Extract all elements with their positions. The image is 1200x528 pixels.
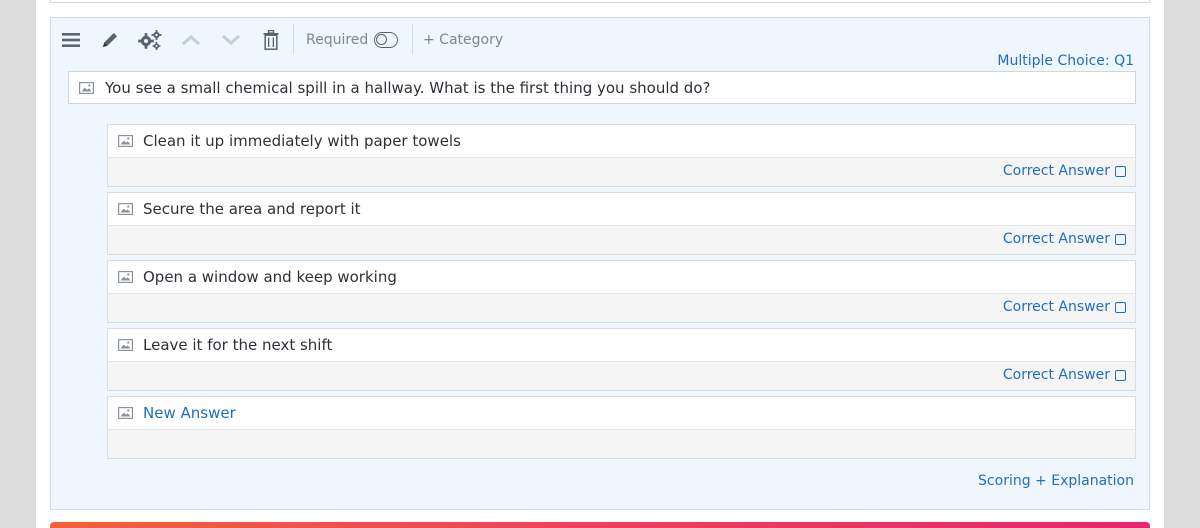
answer-text-field[interactable]: Clean it up immediately with paper towel… bbox=[108, 125, 1135, 158]
chevron-up-icon[interactable] bbox=[179, 28, 203, 52]
previous-question-card bbox=[50, 0, 1150, 3]
correct-answer-checkbox[interactable]: Correct Answer bbox=[1003, 229, 1126, 249]
correct-answer-checkbox[interactable]: Correct Answer bbox=[1003, 365, 1126, 385]
image-icon[interactable] bbox=[118, 203, 133, 215]
question-text-field[interactable]: You see a small chemical spill in a hall… bbox=[68, 71, 1136, 104]
answer-text-field[interactable]: Open a window and keep working bbox=[108, 261, 1135, 294]
required-toggle[interactable] bbox=[374, 32, 398, 48]
answer-text: Leave it for the next shift bbox=[143, 336, 333, 354]
gears-icon[interactable] bbox=[138, 28, 162, 52]
image-icon[interactable] bbox=[118, 407, 133, 419]
answer-text-field[interactable]: Leave it for the next shift bbox=[108, 329, 1135, 362]
chevron-down-icon[interactable] bbox=[219, 28, 243, 52]
correct-answer-checkbox[interactable]: Correct Answer bbox=[1003, 161, 1126, 181]
next-card-gradient-bar bbox=[50, 522, 1150, 528]
new-answer-option: New Answer bbox=[107, 396, 1136, 459]
question-type-label: Multiple Choice: Q1 bbox=[997, 53, 1134, 69]
correct-answer-label: Correct Answer bbox=[1002, 299, 1110, 315]
answer-option: Clean it up immediately with paper towel… bbox=[107, 124, 1136, 187]
question-toolbar: Required + Category bbox=[51, 18, 1149, 62]
toggle-knob bbox=[376, 34, 387, 45]
image-icon[interactable] bbox=[118, 339, 133, 351]
checkbox-icon[interactable] bbox=[1115, 301, 1126, 313]
pencil-icon[interactable] bbox=[98, 28, 122, 52]
answer-text: Clean it up immediately with paper towel… bbox=[143, 132, 461, 150]
answer-option: Leave it for the next shift Correct Answ… bbox=[107, 328, 1136, 391]
checkbox-icon[interactable] bbox=[1115, 165, 1126, 177]
correct-answer-label: Correct Answer bbox=[1002, 367, 1110, 383]
new-answer-placeholder[interactable]: New Answer bbox=[143, 403, 236, 423]
toolbar-divider bbox=[293, 24, 294, 54]
image-icon[interactable] bbox=[79, 82, 94, 94]
checkbox-icon[interactable] bbox=[1115, 369, 1126, 381]
correct-answer-label: Correct Answer bbox=[1002, 163, 1110, 179]
image-icon[interactable] bbox=[118, 271, 133, 283]
required-label: Required bbox=[306, 32, 369, 48]
correct-answer-label: Correct Answer bbox=[1002, 231, 1110, 247]
answer-option: Open a window and keep working Correct A… bbox=[107, 260, 1136, 323]
question-text: You see a small chemical spill in a hall… bbox=[105, 79, 711, 97]
correct-answer-checkbox[interactable]: Correct Answer bbox=[1003, 297, 1126, 317]
answer-text: Secure the area and report it bbox=[143, 200, 361, 218]
answer-option: Secure the area and report it Correct An… bbox=[107, 192, 1136, 255]
question-card: Required + Category Multiple Choice: Q1 … bbox=[50, 17, 1150, 510]
menu-icon[interactable] bbox=[59, 28, 83, 52]
checkbox-icon[interactable] bbox=[1115, 233, 1126, 245]
toolbar-divider bbox=[412, 24, 413, 54]
trash-icon[interactable] bbox=[259, 28, 283, 52]
answer-text-field[interactable]: Secure the area and report it bbox=[108, 193, 1135, 226]
add-category-button[interactable]: + Category bbox=[423, 30, 503, 50]
scoring-explanation-link[interactable]: Scoring + Explanation bbox=[978, 471, 1134, 491]
answer-text: Open a window and keep working bbox=[143, 268, 397, 286]
new-answer-field[interactable]: New Answer bbox=[108, 397, 1135, 430]
page: Required + Category Multiple Choice: Q1 … bbox=[36, 0, 1164, 528]
image-icon[interactable] bbox=[118, 135, 133, 147]
